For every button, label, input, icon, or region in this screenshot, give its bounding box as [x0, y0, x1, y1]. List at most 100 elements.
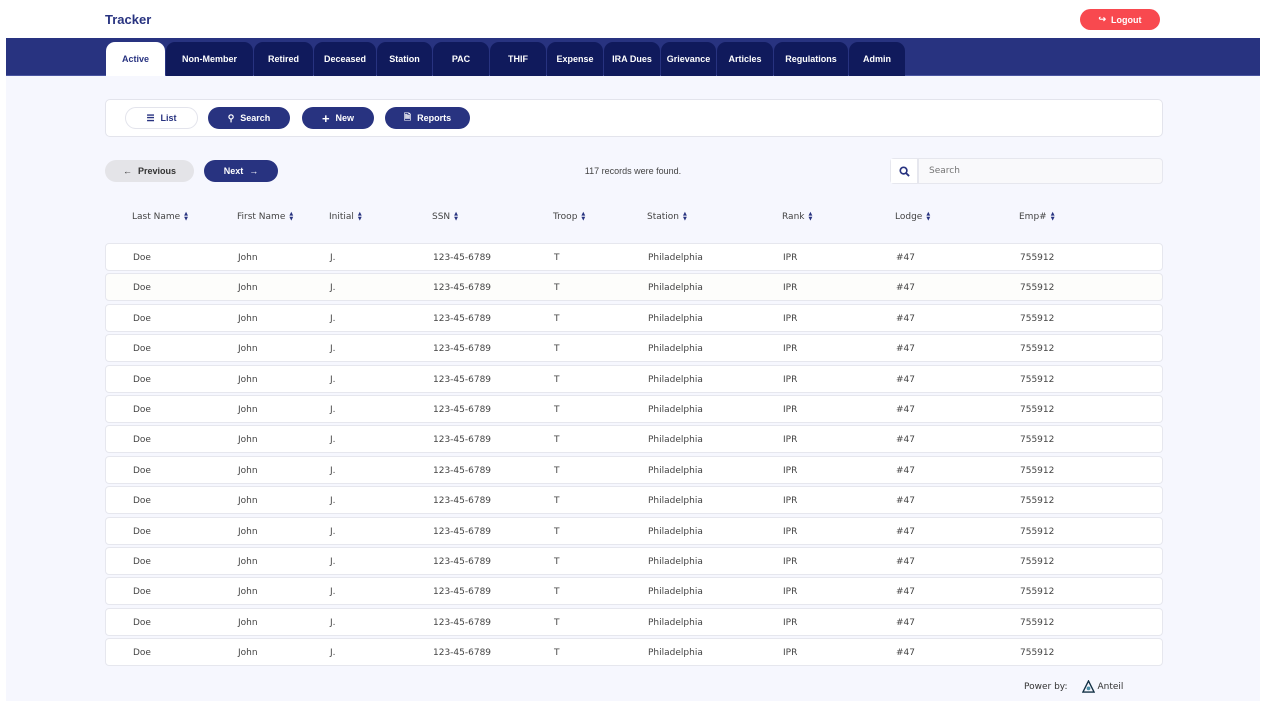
cell-lodge: #47 [896, 465, 915, 476]
table-row[interactable]: Doe John J. 123-45-6789 T Philadelphia IPR #47 7… [105, 577, 1163, 606]
cell-last-name: Doe [133, 557, 151, 567]
table-row[interactable]: Doe John J. 123-45-6789 T Philadelphia IPR #47 7… [105, 486, 1163, 515]
cell-last-name: Doe [133, 344, 151, 355]
tab-thif[interactable]: THIF [490, 42, 546, 76]
table-row[interactable]: Doe John J. 123-45-6789 T Philadelphia IPR #47 7… [105, 607, 1163, 636]
sort-icon[interactable]: ▲ ▼ [289, 212, 293, 222]
column-header[interactable]: Station ▲ ▼ [647, 212, 687, 223]
table-row[interactable]: Doe John J. 123-45-6789 T Philadelphia IPR #47 7… [105, 425, 1163, 454]
cell-rank: IPR [783, 557, 798, 567]
cell-station: Philadelphia [648, 374, 703, 385]
table-row[interactable]: Doe John J. 123-45-6789 T Philadelphia IPR #47 7… [105, 364, 1163, 393]
cell-first-name: John [238, 648, 258, 659]
tab-expense[interactable]: Expense [547, 42, 603, 76]
tab-deceased[interactable]: Deceased [314, 42, 376, 76]
app-title: Tracker [105, 12, 152, 27]
cell-first-name: John [238, 465, 258, 476]
previous-button[interactable]: ← Previous [105, 160, 194, 182]
reports-label: Reports [417, 113, 452, 123]
tab-grievance[interactable]: Grievance [661, 42, 716, 76]
tab-ira-dues[interactable]: IRA Dues [604, 42, 660, 76]
table-row[interactable]: Doe John J. 123-45-6789 T Philadelphia IPR #47 7… [105, 243, 1163, 271]
sort-icon[interactable]: ▲ ▼ [454, 212, 458, 222]
sort-icon[interactable]: ▲ ▼ [809, 212, 813, 222]
cell-emp: 755912 [1020, 557, 1055, 567]
cell-first-name: John [238, 374, 258, 385]
table-row[interactable]: Doe John J. 123-45-6789 T Philadelphia IPR #47 7… [105, 455, 1163, 484]
next-label: Next [223, 166, 244, 176]
cell-lodge: #47 [896, 313, 915, 324]
cell-troop: T [554, 465, 560, 476]
cell-initial: J. [330, 557, 336, 567]
cell-first-name: John [238, 435, 258, 446]
cell-ssn: 123-45-6789 [433, 435, 492, 446]
logout-button[interactable]: ↪ Logout [1080, 9, 1160, 30]
tab-station[interactable]: Station [377, 42, 432, 76]
column-header[interactable]: Lodge ▲ ▼ [895, 212, 930, 223]
table-row[interactable]: Doe John J. 123-45-6789 T Philadelphia IPR #47 7… [105, 273, 1163, 302]
cell-troop: T [554, 435, 560, 446]
column-header[interactable]: Emp# ▲ ▼ [1019, 212, 1055, 223]
cell-rank: IPR [783, 587, 798, 598]
search-button[interactable]: ⚲ Search [208, 107, 290, 129]
cell-emp: 755912 [1020, 648, 1055, 659]
cell-lodge: #47 [896, 405, 915, 415]
new-button[interactable]: + New [302, 107, 374, 129]
table-row[interactable]: Doe John J. 123-45-6789 T Philadelphia IPR #47 7… [105, 547, 1163, 575]
cell-station: Philadelphia [648, 617, 703, 628]
sort-icon[interactable]: ▲ ▼ [683, 212, 687, 222]
sort-icon[interactable]: ▲ ▼ [926, 212, 930, 222]
tab-articles[interactable]: Articles [717, 42, 773, 76]
search-icon[interactable] [891, 159, 919, 183]
list-label: List [160, 113, 177, 123]
cell-troop: T [554, 253, 560, 263]
cell-initial: J. [330, 374, 336, 385]
cell-troop: T [554, 374, 560, 385]
column-header[interactable]: Initial ▲ ▼ [329, 212, 362, 223]
sort-icon[interactable]: ▲ ▼ [184, 212, 188, 222]
column-header[interactable]: First Name ▲ ▼ [237, 212, 293, 223]
table-row[interactable]: Doe John J. 123-45-6789 T Philadelphia IPR #47 7… [105, 334, 1163, 363]
tab-admin[interactable]: Admin [849, 42, 905, 76]
cell-emp: 755912 [1020, 313, 1055, 324]
tab-retired[interactable]: Retired [254, 42, 313, 76]
cell-initial: J. [330, 313, 336, 324]
cell-troop: T [554, 405, 560, 415]
list-icon: ☰ [146, 112, 155, 123]
column-header[interactable]: Last Name ▲ ▼ [132, 212, 188, 223]
tab-non-member[interactable]: Non-Member [166, 42, 253, 76]
next-button[interactable]: Next → [204, 160, 278, 182]
cell-lodge: #47 [896, 587, 915, 598]
cell-last-name: Doe [133, 405, 151, 415]
cell-lodge: #47 [896, 435, 915, 446]
cell-ssn: 123-45-6789 [433, 283, 492, 294]
cell-last-name: Doe [133, 496, 151, 507]
cell-ssn: 123-45-6789 [433, 557, 492, 567]
table-row[interactable]: Doe John J. 123-45-6789 T Philadelphia IPR #47 7… [105, 395, 1163, 423]
cell-station: Philadelphia [648, 253, 703, 263]
list-button[interactable]: ☰ List [125, 107, 198, 129]
sort-icon[interactable]: ▲ ▼ [581, 212, 585, 222]
tab-pac[interactable]: PAC [433, 42, 489, 76]
column-label: First Name [237, 212, 286, 222]
column-header[interactable]: Troop ▲ ▼ [553, 212, 585, 223]
column-label: Station [647, 212, 679, 222]
tab-regulations[interactable]: Regulations [774, 42, 848, 76]
cell-ssn: 123-45-6789 [433, 374, 492, 385]
cell-first-name: John [238, 405, 258, 415]
cell-rank: IPR [783, 648, 798, 659]
sort-icon[interactable]: ▲ ▼ [1051, 212, 1055, 222]
tab-active[interactable]: Active [106, 42, 165, 76]
sort-icon[interactable]: ▲ ▼ [358, 212, 362, 222]
table-row[interactable]: Doe John J. 123-45-6789 T Philadelphia IPR #47 7… [105, 638, 1163, 667]
search-input[interactable] [919, 159, 1162, 183]
column-header[interactable]: Rank ▲ ▼ [782, 212, 813, 223]
table-row[interactable]: Doe John J. 123-45-6789 T Philadelphia IPR #47 7… [105, 303, 1163, 332]
tab-bar: Active Non-Member Retired Deceased Station PA… [6, 38, 1260, 76]
record-count: 117 records were found. [584, 166, 682, 176]
table-row[interactable]: Doe John J. 123-45-6789 T Philadelphia IPR #47 7… [105, 516, 1163, 545]
reports-button[interactable]: 🗎 Reports [385, 107, 470, 129]
column-header[interactable]: SSN ▲ ▼ [432, 212, 458, 223]
cell-initial: J. [330, 283, 336, 294]
cell-initial: J. [330, 465, 336, 476]
